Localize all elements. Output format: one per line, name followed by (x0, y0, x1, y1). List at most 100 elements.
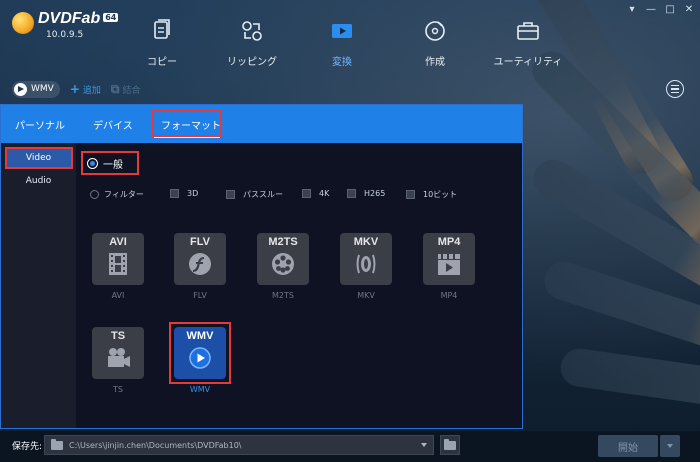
checkbox-3d[interactable]: 3D (170, 189, 198, 198)
checkbox-10bit-label: 10ビット (423, 190, 458, 199)
checkbox-icon (347, 189, 356, 198)
format-content: 一般 フィルター 3D パススルー 4K H265 10ビット AVI AVI … (76, 143, 522, 428)
format-wmv-title: WMV (186, 330, 214, 342)
tab-personal[interactable]: パーソナル (15, 117, 65, 132)
maximize-icon[interactable]: □ (665, 4, 675, 15)
nav-utility-label: ユーティリティ (493, 57, 563, 68)
chevron-down-icon[interactable] (421, 443, 427, 447)
ripper-icon (242, 21, 262, 41)
toolbox-icon (517, 22, 539, 40)
save-to-label: 保存先: (12, 442, 43, 452)
sidebar-item-video[interactable]: Video (1, 147, 76, 169)
sidebar-video-label: Video (25, 153, 52, 163)
dropdown-icon[interactable]: ▾ (627, 4, 637, 15)
checkbox-icon (170, 189, 179, 198)
folder-icon (51, 438, 63, 450)
format-avi[interactable]: AVI AVI (92, 233, 144, 300)
format-mkv-tile: MKV (340, 233, 392, 285)
nav-converter-label: 変換 (332, 57, 352, 68)
format-mp4-title: MP4 (437, 236, 461, 248)
nav-ripper-label: リッピング (227, 57, 277, 68)
format-sidebar: Video Audio (1, 143, 76, 428)
format-flv[interactable]: FLV FLV (174, 233, 226, 300)
nav-copy-label: コピー (147, 57, 177, 68)
format-ts-caption: TS (113, 385, 123, 394)
nav-creator-label: 作成 (425, 57, 445, 68)
checkbox-passthrough-label: パススルー (243, 190, 283, 199)
profile-panel: パーソナル デバイス フォーマット Video Audio 一般 フィルター 3… (0, 104, 523, 429)
sidebar-audio-label: Audio (25, 176, 52, 186)
clapper-icon (438, 254, 460, 275)
camera-icon (108, 348, 130, 367)
format-ts-tile: TS (92, 327, 144, 379)
format-m2ts[interactable]: M2TS M2TS (257, 233, 309, 300)
start-button[interactable]: 開始 (598, 435, 658, 457)
checkbox-icon (406, 190, 415, 199)
checkbox-h265[interactable]: H265 (347, 189, 385, 198)
checkbox-icon (302, 189, 311, 198)
format-flv-caption: FLV (193, 291, 207, 300)
converter-icon (332, 24, 352, 38)
sidebar-item-audio[interactable]: Audio (1, 172, 76, 190)
nav-ripper[interactable]: リッピング (212, 18, 292, 68)
radio-selected-icon (87, 157, 98, 169)
arrow-right-icon (14, 82, 27, 96)
checkbox-3d-label: 3D (187, 189, 199, 198)
output-path-text: C:\Users\jinjin.chen\Documents\DVDFab10\ (69, 440, 242, 450)
checkbox-4k-label: 4K (319, 189, 330, 198)
general-option[interactable]: 一般 (81, 151, 139, 175)
format-mkv-caption: MKV (357, 291, 375, 300)
close-icon[interactable]: ✕ (684, 4, 694, 15)
merge-label: 結合 (122, 85, 141, 96)
format-ts-title: TS (110, 330, 126, 342)
merge-button[interactable]: ⧉ 結合 (111, 82, 141, 97)
format-wmv-caption: WMV (189, 385, 211, 394)
play-icon (189, 347, 211, 369)
nav-converter[interactable]: 変換 (302, 18, 382, 68)
filter-radio[interactable]: フィルター (90, 189, 144, 200)
start-dropdown-button[interactable] (660, 435, 680, 457)
add-button[interactable]: + 追加 (70, 82, 101, 96)
merge-icon: ⧉ (110, 81, 120, 96)
reel-icon (272, 253, 294, 275)
add-label: 追加 (82, 85, 101, 96)
checkbox-passthrough[interactable]: パススルー (226, 189, 283, 200)
format-m2ts-caption: M2TS (272, 291, 294, 300)
toolbar: WMV + 追加 ⧉ 結合 (12, 80, 141, 98)
plus-icon: + (69, 82, 80, 96)
copy-icon (154, 19, 170, 39)
bottom-bar: 保存先: C:\Users\jinjin.chen\Documents\DVDF… (0, 431, 700, 462)
format-avi-caption: AVI (111, 291, 125, 300)
checkbox-4k[interactable]: 4K (302, 189, 329, 198)
flash-icon (189, 253, 211, 275)
main-nav: コピー リッピング 変換 作成 ユーティリティ (0, 18, 700, 68)
browse-folder-button[interactable] (440, 435, 460, 455)
checkbox-10bit[interactable]: 10ビット (406, 189, 457, 200)
checkbox-icon (226, 190, 235, 199)
tab-device[interactable]: デバイス (93, 117, 133, 132)
profile-tabs: パーソナル デバイス フォーマット (1, 105, 522, 143)
format-avi-title: AVI (109, 236, 127, 248)
output-path-field[interactable]: C:\Users\jinjin.chen\Documents\DVDFab10\ (44, 435, 434, 455)
format-ts[interactable]: TS TS (92, 327, 144, 394)
nav-creator[interactable]: 作成 (395, 18, 475, 68)
matroska-icon (356, 254, 376, 274)
format-m2ts-tile: M2TS (257, 233, 309, 285)
format-wmv[interactable]: WMV WMV (169, 322, 231, 394)
general-label: 一般 (103, 159, 123, 171)
format-mp4[interactable]: MP4 MP4 (423, 233, 475, 300)
format-mp4-tile: MP4 (423, 233, 475, 285)
profile-chip[interactable]: WMV (12, 80, 60, 98)
tab-format-highlight (152, 110, 222, 137)
format-avi-tile: AVI (92, 233, 144, 285)
minimize-icon[interactable]: — (646, 4, 656, 15)
format-m2ts-title: M2TS (268, 236, 298, 248)
format-flv-tile: FLV (174, 233, 226, 285)
nav-copy[interactable]: コピー (122, 18, 202, 68)
menu-button[interactable] (666, 80, 684, 98)
format-mkv[interactable]: MKV MKV (340, 233, 392, 300)
creator-icon (425, 21, 445, 41)
nav-utility[interactable]: ユーティリティ (488, 18, 568, 68)
film-icon (109, 253, 127, 275)
checkbox-h265-label: H265 (364, 189, 386, 198)
